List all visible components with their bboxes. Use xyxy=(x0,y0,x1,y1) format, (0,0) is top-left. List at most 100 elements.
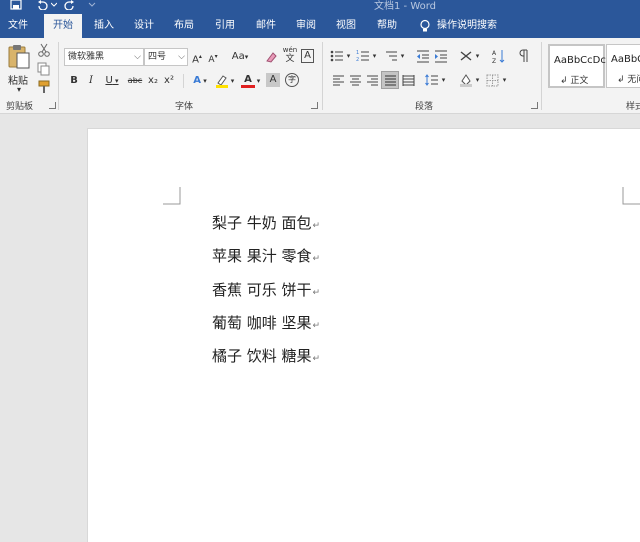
style-sample: AaBbC xyxy=(611,54,640,65)
chevron-down-icon: ⌵ xyxy=(178,52,185,62)
clear-format-icon[interactable] xyxy=(264,50,278,64)
font-size-value: 四号 xyxy=(148,52,167,62)
ribbon-home: 粘贴 ▾ 剪贴板 微软雅黑 ⌵ 四号 ⌵ A▴ A▾ Aa▾ wén 文 A B … xyxy=(0,38,640,114)
justify-button[interactable] xyxy=(381,71,399,89)
char-border-label: A xyxy=(304,50,311,61)
phonetic-char: 文 xyxy=(285,54,295,64)
font-launcher-icon[interactable] xyxy=(311,102,318,109)
character-border-button[interactable]: A xyxy=(301,49,314,63)
tab-help[interactable]: 帮助 xyxy=(369,14,405,38)
strikethrough-button[interactable]: abc xyxy=(127,73,143,89)
enclose-characters-button[interactable]: 字 xyxy=(285,73,299,87)
tab-view[interactable]: 视图 xyxy=(328,14,364,38)
cut-icon[interactable] xyxy=(37,43,51,57)
highlight-dropdown[interactable]: ▾ xyxy=(229,73,236,89)
customize-qat-icon[interactable] xyxy=(88,0,96,10)
bold-label: B xyxy=(70,75,78,86)
format-painter-icon[interactable] xyxy=(37,80,51,94)
document-line[interactable]: 葡萄 咖啡 坚果↵ xyxy=(212,312,320,333)
paste-dropdown-icon[interactable]: ▾ xyxy=(14,82,24,98)
svg-text:1: 1 xyxy=(356,50,359,56)
tab-home[interactable]: 开始 xyxy=(44,14,82,38)
align-center-icon[interactable] xyxy=(349,74,362,87)
save-icon[interactable] xyxy=(10,0,22,10)
font-color-dropdown[interactable]: ▾ xyxy=(255,73,262,89)
change-case-button[interactable]: Aa▾ xyxy=(229,49,251,65)
paragraph-launcher-icon[interactable] xyxy=(531,102,538,109)
document-line[interactable]: 香蕉 可乐 饼干↵ xyxy=(212,279,320,300)
show-marks-icon[interactable] xyxy=(518,48,530,64)
paste-icon[interactable] xyxy=(6,43,32,71)
subscript-button[interactable]: x₂ xyxy=(147,73,159,89)
document-line[interactable]: 橘子 饮料 糖果↵ xyxy=(212,345,320,366)
clipboard-group-label: 剪贴板 xyxy=(6,102,34,112)
tab-insert[interactable]: 插入 xyxy=(86,14,122,38)
undo-icon[interactable] xyxy=(36,0,50,10)
tell-me-search[interactable]: 操作说明搜索 xyxy=(437,14,507,38)
tab-layout[interactable]: 布局 xyxy=(166,14,202,38)
separator xyxy=(58,42,59,110)
line-spacing-dropdown[interactable]: ▾ xyxy=(440,72,447,88)
bullets-icon[interactable] xyxy=(330,49,344,63)
title-bar: 文档1 - Word xyxy=(0,0,640,14)
shading-icon[interactable] xyxy=(459,73,473,87)
phonetic-guide-button[interactable]: wén 文 xyxy=(282,46,298,66)
bullets-dropdown[interactable]: ▾ xyxy=(345,48,352,64)
font-color-label: A xyxy=(244,74,252,85)
asian-layout-icon[interactable] xyxy=(459,49,473,63)
document-page[interactable]: 梨子 牛奶 面包↵ 苹果 果汁 零食↵ 香蕉 可乐 饼干↵ 葡萄 咖啡 坚果↵ … xyxy=(87,128,640,542)
style-normal[interactable]: AaBbCcDc ↲ 正文 xyxy=(548,44,606,88)
tab-file[interactable]: 文件 xyxy=(0,14,36,38)
style-no-spacing[interactable]: AaBbC ↲ 无间 xyxy=(606,44,640,88)
shading-dropdown[interactable]: ▾ xyxy=(474,72,481,88)
increase-indent-icon[interactable] xyxy=(434,49,448,63)
borders-dropdown[interactable]: ▾ xyxy=(501,72,508,88)
align-left-icon[interactable] xyxy=(332,74,345,87)
highlight-icon[interactable] xyxy=(215,74,229,88)
tab-design[interactable]: 设计 xyxy=(126,14,162,38)
tab-review[interactable]: 审阅 xyxy=(288,14,324,38)
borders-icon[interactable] xyxy=(486,74,499,87)
multilevel-list-icon[interactable] xyxy=(384,49,398,63)
copy-icon[interactable] xyxy=(37,62,51,76)
paragraph-mark-icon: ↵ xyxy=(312,354,321,364)
distributed-icon[interactable] xyxy=(402,74,415,87)
font-size-select[interactable]: 四号 ⌵ xyxy=(144,48,188,66)
ribbon-tabs: 文件 开始 插入 设计 布局 引用 邮件 审阅 视图 帮助 操作说明搜索 xyxy=(0,14,640,38)
crop-mark-top-left xyxy=(163,187,181,205)
font-color-button[interactable]: A xyxy=(241,72,255,88)
multilevel-dropdown[interactable]: ▾ xyxy=(399,48,406,64)
document-line[interactable]: 苹果 果汁 零食↵ xyxy=(212,245,320,266)
enclose-label: 字 xyxy=(288,75,296,84)
tab-references[interactable]: 引用 xyxy=(207,14,243,38)
decrease-indent-icon[interactable] xyxy=(416,49,430,63)
align-right-icon[interactable] xyxy=(366,74,379,87)
character-shading-button[interactable]: A xyxy=(266,73,280,87)
phonetic-label: wén xyxy=(282,46,298,54)
separator xyxy=(322,42,323,110)
undo-dropdown-icon[interactable] xyxy=(51,0,57,10)
shrink-font-button[interactable]: A▾ xyxy=(207,49,219,65)
svg-text:A: A xyxy=(492,50,497,57)
italic-button[interactable]: I xyxy=(85,73,97,89)
numbering-icon[interactable]: 12 xyxy=(356,49,370,63)
redo-icon[interactable] xyxy=(62,0,76,10)
underline-button[interactable]: U ▾ xyxy=(102,73,122,89)
font-name-select[interactable]: 微软雅黑 ⌵ xyxy=(64,48,144,66)
text-effects-button[interactable]: A ▾ xyxy=(189,73,211,89)
grow-font-button[interactable]: A▴ xyxy=(191,49,203,65)
superscript-button[interactable]: x² xyxy=(163,73,175,89)
paragraph-group-label: 段落 xyxy=(415,102,434,112)
numbering-dropdown[interactable]: ▾ xyxy=(371,48,378,64)
paragraph-mark-icon: ↵ xyxy=(312,288,321,298)
bold-button[interactable]: B xyxy=(68,73,80,89)
asian-layout-dropdown[interactable]: ▾ xyxy=(474,48,481,64)
sort-icon[interactable]: AZ xyxy=(492,48,506,64)
clipboard-launcher-icon[interactable] xyxy=(49,102,56,109)
line-spacing-icon[interactable] xyxy=(425,73,439,87)
svg-text:2: 2 xyxy=(356,57,359,63)
line-text: 葡萄 咖啡 坚果 xyxy=(212,314,312,332)
tab-mailings[interactable]: 邮件 xyxy=(248,14,284,38)
font-name-value: 微软雅黑 xyxy=(68,52,105,62)
document-line[interactable]: 梨子 牛奶 面包↵ xyxy=(212,212,320,233)
